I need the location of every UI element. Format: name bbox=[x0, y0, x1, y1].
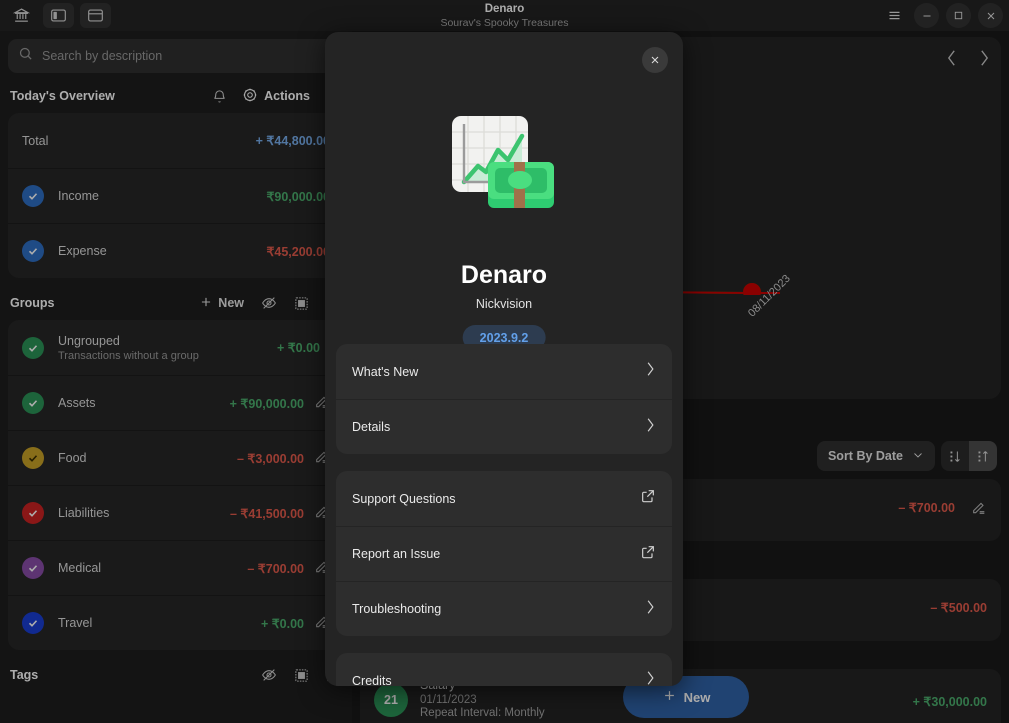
dialog-item-label: Report an Issue bbox=[352, 547, 440, 561]
dialog-group-support: Support Questions Report an Issue Troubl… bbox=[336, 471, 672, 636]
external-link-icon bbox=[640, 544, 656, 565]
chevron-right-icon bbox=[645, 599, 656, 620]
chevron-right-icon bbox=[645, 361, 656, 382]
dialog-group-info: What's New Details bbox=[336, 344, 672, 454]
dialog-item-label: What's New bbox=[352, 365, 418, 379]
about-dialog: Denaro Nickvision 2023.9.2 What's New De… bbox=[325, 32, 683, 686]
dialog-item-troubleshooting[interactable]: Troubleshooting bbox=[336, 581, 672, 636]
dialog-item-label: Details bbox=[352, 420, 390, 434]
dialog-item-label: Support Questions bbox=[352, 492, 456, 506]
dialog-app-name: Denaro bbox=[325, 261, 683, 290]
dialog-item-report-issue[interactable]: Report an Issue bbox=[336, 526, 672, 581]
dialog-group-credits: Credits bbox=[336, 653, 672, 686]
chevron-right-icon bbox=[645, 417, 656, 438]
chevron-right-icon bbox=[645, 670, 656, 686]
dialog-item-support-questions[interactable]: Support Questions bbox=[336, 471, 672, 526]
dialog-item-label: Credits bbox=[352, 674, 392, 687]
dialog-close-button[interactable] bbox=[642, 47, 668, 73]
dialog-app-author: Nickvision bbox=[325, 297, 683, 311]
dialog-item-details[interactable]: Details bbox=[336, 399, 672, 454]
dialog-item-label: Troubleshooting bbox=[352, 602, 441, 616]
external-link-icon bbox=[640, 488, 656, 509]
dialog-item-credits[interactable]: Credits bbox=[336, 653, 672, 686]
denaro-app-icon bbox=[450, 110, 558, 218]
dialog-item-whats-new[interactable]: What's New bbox=[336, 344, 672, 399]
app-window: Denaro Sourav's Spooky Treasures bbox=[0, 0, 1009, 723]
